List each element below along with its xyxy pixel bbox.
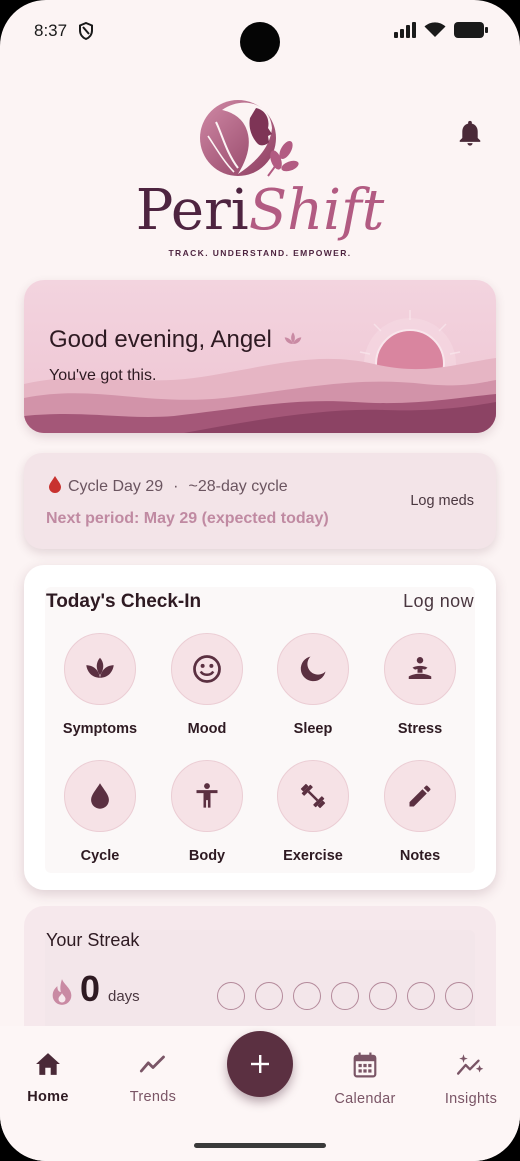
streak-day-dot	[407, 982, 435, 1010]
drop-icon	[91, 783, 109, 809]
streak-day-dot	[445, 982, 473, 1010]
wifi-icon	[424, 22, 446, 43]
woman-profile-logo-icon	[200, 100, 299, 177]
streak-count: 0	[80, 968, 101, 1009]
smiley-icon	[193, 655, 221, 683]
add-icon	[251, 1055, 269, 1073]
checkin-cycle-circle[interactable]	[64, 760, 136, 832]
checkin-body-label: Body	[188, 848, 226, 864]
cycle-length-text: ~28-day cycle	[188, 477, 288, 495]
status-time: 8:37	[34, 21, 68, 40]
checkin-stress[interactable]: Stress	[370, 633, 470, 737]
brand-name-part1: Peri	[135, 178, 249, 243]
meditation-icon	[408, 657, 432, 679]
nav-trends-label: Trends	[129, 1089, 177, 1105]
camera-cutout	[240, 22, 280, 62]
next-period-text: Next period: May 29 (expected today)	[46, 510, 329, 527]
dumbbell-icon	[300, 783, 326, 809]
home-indicator[interactable]	[194, 1143, 326, 1148]
moon-icon	[300, 656, 326, 682]
streak-day-dot	[293, 982, 321, 1010]
checkin-exercise[interactable]: Exercise	[263, 760, 363, 864]
add-entry-button[interactable]	[227, 1031, 293, 1097]
checkin-sleep[interactable]: Sleep	[263, 633, 363, 737]
app-logo: PeriShift TRACK. UNDERSTAND. EMPOWER.	[130, 92, 390, 262]
checkin-symptoms-label: Symptoms	[62, 721, 138, 737]
log-now-button[interactable]: Log now	[403, 591, 474, 612]
brand-name-part2: Shift	[248, 178, 385, 243]
checkin-symptoms[interactable]: Symptoms	[50, 633, 150, 737]
shield-icon	[78, 21, 94, 45]
checkin-mood[interactable]: Mood	[157, 633, 257, 737]
greeting-title: Good evening, Angel	[49, 326, 303, 355]
greeting-title-text: Good evening, Angel	[49, 326, 272, 353]
pencil-icon	[409, 785, 431, 807]
streak-day-dot	[255, 982, 283, 1010]
checkin-exercise-circle[interactable]	[277, 760, 349, 832]
checkin-stress-label: Stress	[397, 721, 443, 737]
checkin-title: Today's Check-In	[46, 591, 202, 612]
lotus-icon	[283, 327, 303, 355]
battery-icon	[454, 22, 488, 43]
cycle-info-row: Cycle Day 29 · ~28-day cycle	[48, 475, 288, 498]
streak-day-dot	[369, 982, 397, 1010]
nav-calendar[interactable]: Calendar	[320, 1052, 410, 1107]
tagline: TRACK. UNDERSTAND. EMPOWER.	[168, 248, 352, 258]
body-icon	[196, 783, 218, 808]
todays-checkin-card: Today's Check-In Log now Symptoms Mood S…	[24, 565, 496, 890]
sunset-landscape-illustration	[24, 310, 496, 433]
app-screen: 8:37 PeriShift TRACK. UNDERSTAND. EMPOWE…	[0, 0, 520, 1161]
nav-calendar-label: Calendar	[334, 1091, 396, 1107]
calendar-icon	[353, 1052, 377, 1078]
checkin-cycle[interactable]: Cycle	[50, 760, 150, 864]
checkin-sleep-label: Sleep	[293, 721, 333, 737]
sparkle-chart-icon	[456, 1054, 484, 1075]
checkin-stress-circle[interactable]	[384, 633, 456, 705]
nav-insights-label: Insights	[444, 1091, 498, 1107]
checkin-notes-circle[interactable]	[384, 760, 456, 832]
flame-icon	[50, 978, 74, 1011]
nav-home-label: Home	[27, 1089, 69, 1105]
lotus-icon	[86, 657, 114, 678]
cycle-separator: ·	[173, 477, 179, 495]
streak-title: Your Streak	[46, 930, 140, 950]
cycle-status-card[interactable]: Cycle Day 29 · ~28-day cycle Next period…	[24, 453, 496, 549]
status-bar: 8:37	[0, 0, 520, 62]
trend-icon	[139, 1055, 165, 1073]
status-icons	[394, 22, 488, 43]
checkin-cycle-label: Cycle	[80, 848, 120, 864]
brand-name: PeriShift	[130, 178, 390, 243]
checkin-notes[interactable]: Notes	[370, 760, 470, 864]
log-meds-button[interactable]: Log meds	[410, 493, 474, 509]
nav-insights[interactable]: Insights	[426, 1052, 516, 1107]
streak-day-dot	[331, 982, 359, 1010]
checkin-symptoms-circle[interactable]	[64, 633, 136, 705]
checkin-body[interactable]: Body	[157, 760, 257, 864]
checkin-exercise-label: Exercise	[283, 848, 343, 864]
nav-trends[interactable]: Trends	[108, 1052, 198, 1105]
checkin-body-circle[interactable]	[171, 760, 243, 832]
home-icon	[36, 1053, 60, 1075]
cycle-day-text: Cycle Day 29	[68, 477, 164, 495]
checkin-mood-circle[interactable]	[171, 633, 243, 705]
checkin-notes-label: Notes	[399, 848, 441, 864]
blood-drop-icon	[48, 475, 62, 498]
streak-day-dot	[217, 982, 245, 1010]
streak-unit: days	[108, 988, 140, 1005]
streak-week-dots	[217, 982, 473, 1010]
greeting-card: Good evening, Angel You've got this.	[24, 280, 496, 433]
greeting-subtitle: You've got this.	[49, 367, 157, 384]
notification-bell-icon[interactable]	[456, 120, 484, 148]
checkin-mood-label: Mood	[187, 721, 227, 737]
checkin-sleep-circle[interactable]	[277, 633, 349, 705]
signal-icon	[394, 22, 416, 43]
nav-home[interactable]: Home	[3, 1052, 93, 1105]
